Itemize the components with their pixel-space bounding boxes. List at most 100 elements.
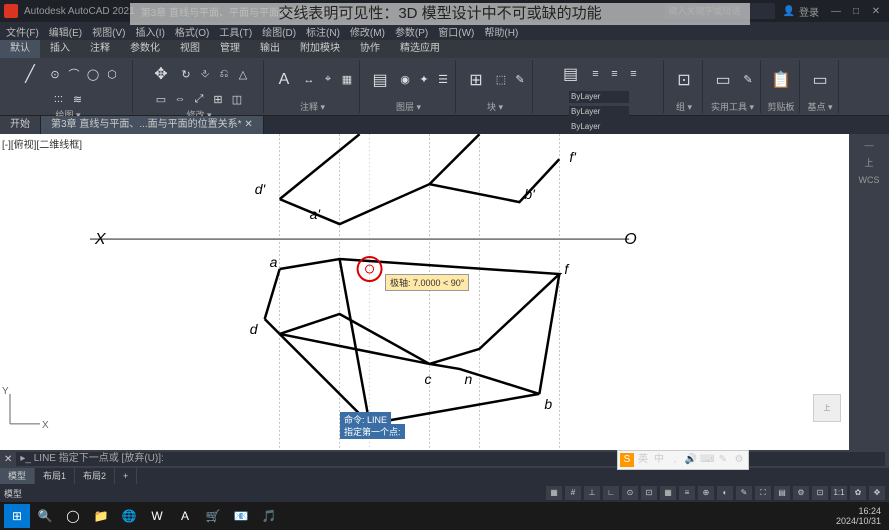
tool-icon[interactable]: ⊡ xyxy=(670,66,698,94)
ribbon-tab[interactable]: 精选应用 xyxy=(390,40,450,58)
ime-icon[interactable]: ✎ xyxy=(716,453,730,467)
tool-icon[interactable]: ╱ xyxy=(16,60,44,88)
layout-tab[interactable]: 布局1 xyxy=(35,468,75,484)
layout-tab[interactable]: + xyxy=(115,468,137,484)
status-icon[interactable]: ✥ xyxy=(869,486,885,500)
ribbon-tab[interactable]: 视图 xyxy=(170,40,210,58)
tool-icon[interactable]: △ xyxy=(235,66,251,82)
tool-icon[interactable]: ⊞ xyxy=(462,66,490,94)
menu-item[interactable]: 修改(M) xyxy=(350,24,385,39)
tool-icon[interactable]: ▤ xyxy=(557,60,585,88)
status-icon[interactable]: ⊕ xyxy=(698,486,714,500)
menu-item[interactable]: 参数(P) xyxy=(395,24,428,39)
taskbar-button[interactable]: 🌐 xyxy=(116,504,142,528)
menu-item[interactable]: 工具(T) xyxy=(219,24,252,39)
tool-icon[interactable]: ▭ xyxy=(153,91,169,107)
tool-icon[interactable]: ≋ xyxy=(70,91,86,107)
ribbon-tab[interactable]: 协作 xyxy=(350,40,390,58)
maximize-button[interactable]: □ xyxy=(847,6,865,17)
layer-select[interactable]: ByLayer xyxy=(569,121,629,133)
tool-icon[interactable]: ⎀ xyxy=(197,66,213,82)
tool-icon[interactable]: ▭ xyxy=(709,66,737,94)
tool-icon[interactable]: ⬡ xyxy=(104,66,120,82)
tool-icon[interactable]: ↔ xyxy=(301,72,317,88)
tool-icon[interactable]: ▭ xyxy=(806,66,834,94)
tool-icon[interactable]: ◯ xyxy=(85,66,101,82)
tool-icon[interactable]: ☰ xyxy=(435,72,451,88)
tool-icon[interactable]: ✥ xyxy=(147,60,175,88)
cmd-close-icon[interactable]: ✕ xyxy=(4,454,12,465)
status-icon[interactable]: ✿ xyxy=(850,486,866,500)
menu-item[interactable]: 绘图(D) xyxy=(262,24,296,39)
tool-icon[interactable]: ⤢ xyxy=(191,91,207,107)
tool-icon[interactable]: ⊙ xyxy=(47,66,63,82)
status-icon[interactable]: ⊙ xyxy=(622,486,638,500)
tool-icon[interactable]: 📋 xyxy=(767,66,795,94)
panel-label[interactable]: 注释 ▾ xyxy=(300,100,325,113)
drawing-canvas[interactable]: [-][俯视][二维线框] xyxy=(0,134,849,450)
doc-tab[interactable]: 开始 xyxy=(0,116,41,134)
ime-icon[interactable]: 中 xyxy=(652,453,666,467)
ribbon-tab[interactable]: 输出 xyxy=(250,40,290,58)
ime-lang[interactable]: 英 xyxy=(636,453,650,467)
tool-icon[interactable]: ⬚ xyxy=(493,72,509,88)
command-line[interactable]: ✕ ▸_ LINE 指定下一点或 [放弃(U)]: xyxy=(0,450,889,468)
status-icon[interactable]: ∟ xyxy=(603,486,619,500)
taskbar-button[interactable]: A xyxy=(172,504,198,528)
menu-item[interactable]: 窗口(W) xyxy=(438,24,474,39)
ime-icon[interactable]: , xyxy=(668,453,682,467)
tool-icon[interactable]: ✎ xyxy=(512,72,528,88)
tool-icon[interactable]: ≡ xyxy=(607,66,623,82)
status-icon[interactable]: ⊡ xyxy=(641,486,657,500)
tool-icon[interactable]: ⌖ xyxy=(320,72,336,88)
status-icon[interactable]: ⛶ xyxy=(755,486,771,500)
ribbon-tab[interactable]: 管理 xyxy=(210,40,250,58)
taskbar-button[interactable]: ⊞ xyxy=(4,504,30,528)
status-icon[interactable]: ≡ xyxy=(679,486,695,500)
taskbar-button[interactable]: 📁 xyxy=(88,504,114,528)
tool-icon[interactable]: ▦ xyxy=(339,72,355,88)
taskbar-button[interactable]: 🛒 xyxy=(200,504,226,528)
taskbar-button[interactable]: 🎵 xyxy=(256,504,282,528)
ribbon-tab[interactable]: 插入 xyxy=(40,40,80,58)
layer-select[interactable]: ByLayer xyxy=(569,91,629,103)
panel-label[interactable]: 组 ▾ xyxy=(676,100,692,113)
menu-item[interactable]: 编辑(E) xyxy=(49,24,82,39)
status-icon[interactable]: ✎ xyxy=(736,486,752,500)
panel-label[interactable]: 基点 ▾ xyxy=(807,100,832,113)
tool-icon[interactable]: ✦ xyxy=(416,72,432,88)
menu-item[interactable]: 标注(N) xyxy=(306,24,340,39)
tool-icon[interactable]: A xyxy=(270,66,298,94)
tool-icon[interactable]: ⊞ xyxy=(210,91,226,107)
menu-item[interactable]: 文件(F) xyxy=(6,24,39,39)
tool-icon[interactable]: ⌒ xyxy=(66,66,82,82)
nav-cube[interactable]: 上 xyxy=(813,394,841,422)
status-icon[interactable]: ▤ xyxy=(774,486,790,500)
ribbon-tab[interactable]: 参数化 xyxy=(120,40,170,58)
ime-icon[interactable]: 🔊 xyxy=(684,453,698,467)
tool-icon[interactable]: ◫ xyxy=(229,91,245,107)
tool-icon[interactable]: ⇔ xyxy=(172,91,188,107)
panel-label[interactable]: 实用工具 ▾ xyxy=(711,100,754,113)
cmd-prompt[interactable]: ▸_ LINE 指定下一点或 [放弃(U)]: xyxy=(16,452,885,466)
ime-icon[interactable]: ⚙ xyxy=(732,453,746,467)
taskbar-button[interactable]: 📧 xyxy=(228,504,254,528)
layer-select[interactable]: ByLayer xyxy=(569,106,629,118)
panel-label[interactable]: 块 ▾ xyxy=(487,100,503,113)
tool-icon[interactable]: ✎ xyxy=(740,72,756,88)
ribbon-tab[interactable]: 默认 xyxy=(0,40,40,58)
tool-icon[interactable]: ▤ xyxy=(366,66,394,94)
taskbar-button[interactable]: 🔍 xyxy=(32,504,58,528)
status-model[interactable]: 模型 xyxy=(4,487,22,500)
tool-icon[interactable]: ⎌ xyxy=(216,66,232,82)
panel-label[interactable]: 剪贴板 xyxy=(767,100,794,113)
menu-item[interactable]: 插入(I) xyxy=(135,24,164,39)
doc-tab[interactable]: 第3章 直线与平面、...面与平面的位置关系* ✕ xyxy=(41,116,264,134)
tool-icon[interactable]: ◉ xyxy=(397,72,413,88)
layout-tab[interactable]: 布局2 xyxy=(75,468,115,484)
status-icon[interactable]: ⊥ xyxy=(584,486,600,500)
status-icon[interactable]: ◐ xyxy=(717,486,733,500)
close-button[interactable]: ✕ xyxy=(867,6,885,17)
menu-item[interactable]: 格式(O) xyxy=(175,24,209,39)
layout-tab[interactable]: 模型 xyxy=(0,468,35,484)
